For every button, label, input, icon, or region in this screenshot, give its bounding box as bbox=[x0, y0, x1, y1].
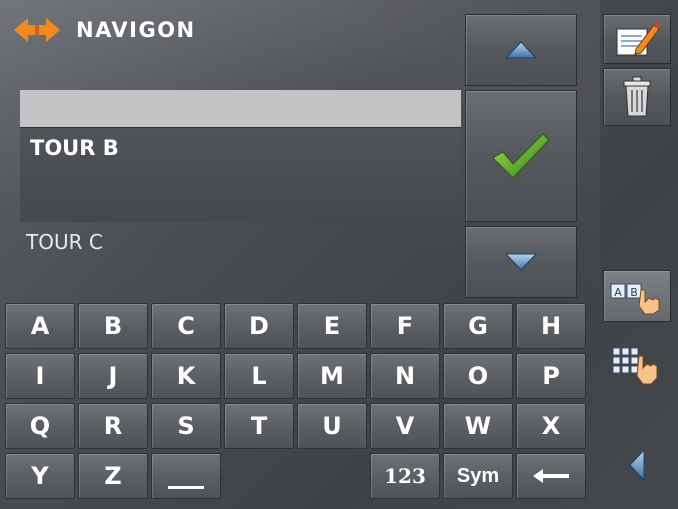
key-j[interactable]: J bbox=[78, 353, 148, 399]
scroll-down-button[interactable] bbox=[465, 226, 577, 298]
edit-button[interactable] bbox=[603, 14, 671, 64]
key-h[interactable]: H bbox=[516, 303, 586, 349]
key-l[interactable]: L bbox=[224, 353, 294, 399]
key-o[interactable]: O bbox=[443, 353, 513, 399]
notepad-pencil-icon bbox=[616, 22, 660, 56]
list-item-tour-c[interactable]: TOUR C bbox=[20, 224, 461, 264]
key-r[interactable]: R bbox=[78, 403, 148, 449]
key-d[interactable]: D bbox=[224, 303, 294, 349]
on-screen-keyboard: A B C D E F G H I J K L M N O P Q R S T … bbox=[5, 303, 590, 503]
key-s[interactable]: S bbox=[151, 403, 221, 449]
key-t[interactable]: T bbox=[224, 403, 294, 449]
key-p[interactable]: P bbox=[516, 353, 586, 399]
key-backspace[interactable] bbox=[516, 453, 586, 499]
key-g[interactable]: G bbox=[443, 303, 513, 349]
trash-can-icon bbox=[623, 76, 651, 117]
list-item-empty[interactable] bbox=[20, 90, 461, 127]
delete-button[interactable] bbox=[603, 68, 671, 126]
navigon-logo: NAVIGON bbox=[12, 16, 196, 44]
triangle-left-icon bbox=[629, 448, 645, 482]
keypad-hand-icon bbox=[612, 347, 658, 385]
key-w[interactable]: W bbox=[443, 403, 513, 449]
underscore-space-icon bbox=[168, 486, 204, 489]
checkmark-icon bbox=[492, 133, 550, 179]
svg-text:B: B bbox=[630, 286, 638, 299]
triangle-up-icon bbox=[504, 41, 538, 59]
key-y[interactable]: Y bbox=[5, 453, 75, 499]
key-u[interactable]: U bbox=[297, 403, 367, 449]
key-z[interactable]: Z bbox=[78, 453, 148, 499]
navigon-arrows-icon bbox=[14, 18, 60, 42]
abc-mode-button[interactable]: A B bbox=[603, 270, 671, 322]
key-f[interactable]: F bbox=[370, 303, 440, 349]
list-item-tour-b[interactable]: TOUR B bbox=[20, 127, 461, 222]
right-toolbar: A B bbox=[594, 0, 678, 509]
key-space[interactable] bbox=[151, 453, 221, 499]
key-v[interactable]: V bbox=[370, 403, 440, 449]
navigation-screen: NAVIGON TOUR B TOUR C A B C D E F G H I … bbox=[0, 0, 678, 509]
svg-text:A: A bbox=[614, 286, 622, 299]
key-e[interactable]: E bbox=[297, 303, 367, 349]
ab-hand-icon: A B bbox=[610, 283, 660, 315]
key-sym[interactable]: Sym bbox=[443, 453, 513, 499]
list-item-label: TOUR C bbox=[26, 230, 103, 254]
key-k[interactable]: K bbox=[151, 353, 221, 399]
back-button[interactable] bbox=[603, 440, 671, 490]
keypad-mode-button[interactable] bbox=[603, 340, 671, 390]
key-c[interactable]: C bbox=[151, 303, 221, 349]
confirm-button[interactable] bbox=[465, 90, 577, 222]
key-b[interactable]: B bbox=[78, 303, 148, 349]
key-q[interactable]: Q bbox=[5, 403, 75, 449]
brand-name: NAVIGON bbox=[76, 18, 196, 42]
key-123[interactable]: 123 bbox=[370, 453, 440, 499]
key-a[interactable]: A bbox=[5, 303, 75, 349]
backspace-arrow-icon bbox=[533, 469, 569, 483]
triangle-down-icon bbox=[504, 253, 538, 271]
key-n[interactable]: N bbox=[370, 353, 440, 399]
key-m[interactable]: M bbox=[297, 353, 367, 399]
scroll-up-button[interactable] bbox=[465, 14, 577, 86]
list-item-label: TOUR B bbox=[30, 136, 119, 160]
key-x[interactable]: X bbox=[516, 403, 586, 449]
key-i[interactable]: I bbox=[5, 353, 75, 399]
